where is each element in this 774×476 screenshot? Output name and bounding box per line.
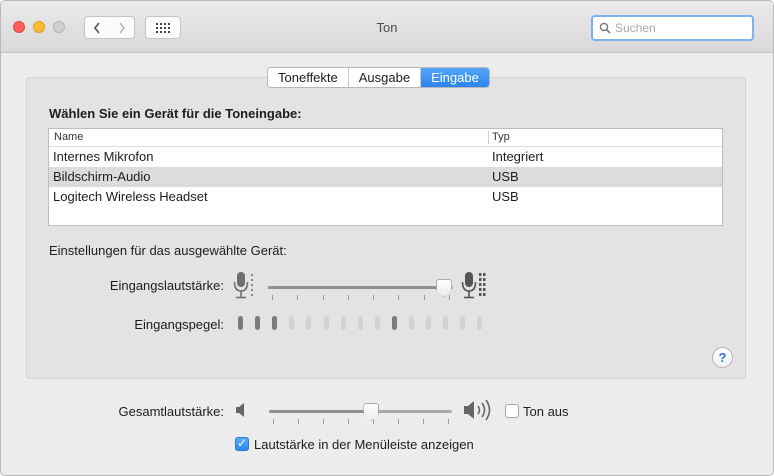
level-bar [357,316,363,330]
level-bar [255,316,261,330]
microphone-high-icon [461,272,486,299]
slider-tick [448,419,449,424]
table-header: Name Typ [49,129,722,147]
level-bar [306,316,312,330]
table-row[interactable]: Bildschirm-Audio USB [49,167,722,187]
level-bar [477,316,483,330]
slider-tick [398,295,400,300]
level-bar [409,316,414,330]
output-volume-fill [269,410,372,413]
menubar-volume-checkbox[interactable]: ✓ [235,436,249,451]
input-volume-label: Eingangslautstärke: [109,278,224,293]
title-bar: Ton [1,1,773,53]
output-volume-slider[interactable] [269,410,452,413]
microphone-low-icon [233,272,253,299]
mute-checkbox[interactable] [505,404,519,418]
slider-tick [423,295,425,300]
table-row[interactable]: Internes Mikrofon Integriert [49,147,722,167]
level-bar [238,316,243,330]
output-volume-thumb[interactable] [363,403,380,421]
device-type: Integriert [492,149,544,164]
tab-ausgabe[interactable]: Ausgabe [348,68,422,87]
slider-tick [322,295,324,300]
column-divider [488,131,489,144]
input-panel [26,77,746,379]
device-name: Bildschirm-Audio [53,169,151,184]
slider-tick [373,295,375,300]
slider-tick [423,419,424,424]
slider-tick [347,295,349,300]
slider-tick [297,295,299,300]
level-bar [272,316,278,330]
level-bar [443,316,449,330]
device-name: Internes Mikrofon [53,149,154,164]
level-bar [426,316,432,330]
slider-tick [348,419,349,424]
level-bar [460,316,466,330]
output-volume-label: Gesamtlautstärke: [118,404,225,419]
level-bar [391,316,397,330]
slider-tick [449,295,450,300]
slider-tick [373,419,374,424]
column-header-type[interactable]: Typ [492,131,510,143]
search-input[interactable] [615,21,745,35]
device-type: USB [492,189,519,204]
level-bar [289,316,295,330]
tab-toneffekte[interactable]: Toneffekte [268,68,349,87]
table-row[interactable]: Logitech Wireless Headset USB [49,187,722,207]
tab-bar: Toneffekte Ausgabe Eingabe [267,67,490,88]
device-settings-label: Einstellungen für das ausgewählte Gerät: [49,243,287,258]
slider-tick [323,419,324,424]
search-field[interactable] [591,15,754,41]
slider-tick [272,295,273,300]
device-type: USB [492,169,519,184]
speaker-low-icon [236,403,244,417]
slider-tick [273,419,274,424]
input-level-label: Eingangspegel: [134,317,224,332]
slider-tick [298,419,299,424]
search-icon [599,22,611,34]
slider-tick [398,419,399,424]
column-header-name[interactable]: Name [54,131,83,143]
device-heading: Wählen Sie ein Gerät für die Toneingabe: [49,106,302,121]
level-bar [374,316,380,330]
preferences-window: Ton Toneffekte Ausgabe Eingabe Wählen Si… [0,0,774,476]
level-bar [323,316,329,330]
input-volume-fill [268,286,444,289]
tab-eingabe[interactable]: Eingabe [421,68,489,87]
device-name: Logitech Wireless Headset [53,189,208,204]
device-table: Name Typ Internes Mikrofon Integriert Bi… [48,128,723,226]
mute-label: Ton aus [523,404,569,419]
level-bar [340,316,346,330]
speaker-high-icon [464,399,491,421]
checkmark-icon: ✓ [237,436,248,450]
help-button[interactable]: ? [712,347,733,368]
menubar-volume-label: Lautstärke in der Menüleiste anzeigen [254,437,474,452]
input-volume-slider[interactable] [268,286,453,289]
